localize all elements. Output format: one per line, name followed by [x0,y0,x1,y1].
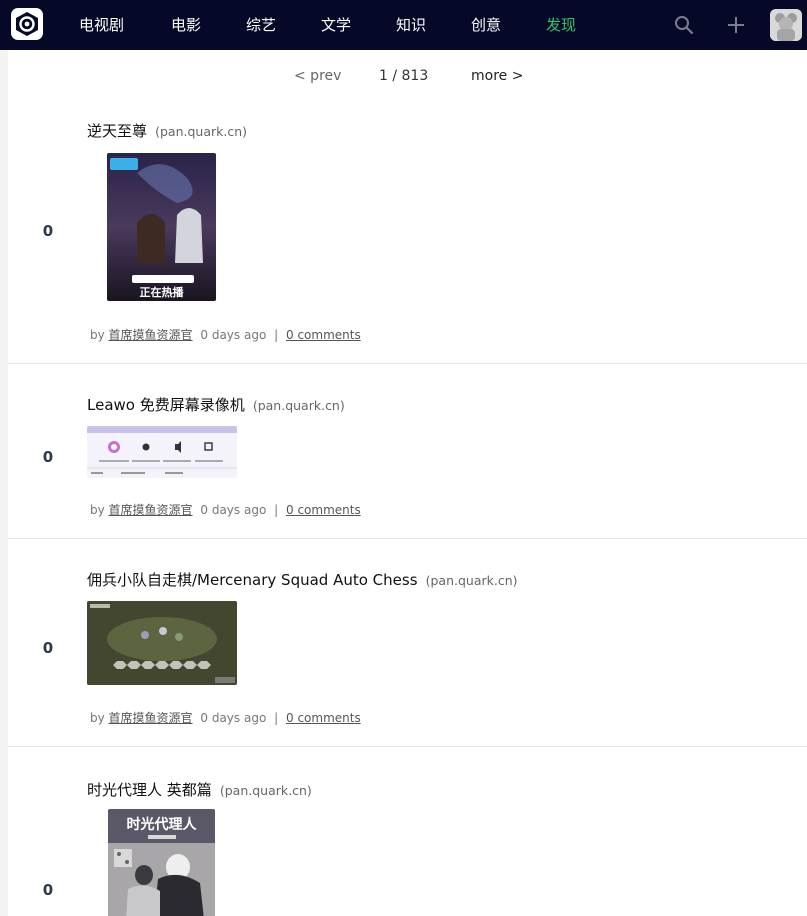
vote-count: 0 [42,448,54,466]
nav-creative[interactable]: 创意 [471,0,501,50]
nav-variety[interactable]: 综艺 [246,0,276,50]
prev-page-link[interactable]: < prev [294,68,341,84]
post-time: 0 days ago [200,503,267,517]
meta-separator: | [274,711,279,725]
page-counter: 1 / 813 [379,68,429,84]
logo-icon[interactable] [11,8,43,40]
comments-link[interactable]: 0 comments [286,503,361,517]
author-link[interactable]: 首席摸鱼资源官 [109,328,193,342]
plus-icon[interactable] [725,14,747,36]
list-item: 0 时光代理人 英都篇 (pan.quark.cn) 时光代理人 [8,747,807,916]
meta-separator: | [274,503,279,517]
comments-link[interactable]: 0 comments [286,328,361,342]
post-thumbnail[interactable]: 正在热播 [107,153,216,301]
thumbnail-caption: 正在热播 [140,285,185,299]
nav-movies[interactable]: 电影 [171,0,201,50]
post-domain[interactable]: (pan.quark.cn) [220,783,312,798]
vote-count: 0 [42,881,54,899]
post-time: 0 days ago [200,328,267,342]
post-title[interactable]: 逆天至尊 [87,122,147,140]
by-label: by [90,503,105,517]
list-item: 0 佣兵小队自走棋/Mercenary Squad Auto Chess (pa… [8,539,807,747]
post-title-line: 逆天至尊 (pan.quark.cn) [87,120,247,141]
author-link[interactable]: 首席摸鱼资源官 [109,503,193,517]
nav-discover[interactable]: 发现 [546,0,576,50]
by-label: by [90,711,105,725]
post-meta: by 首席摸鱼资源官 0 days ago | 0 comments [90,326,361,343]
by-label: by [90,328,105,342]
list-item: 0 Leawo 免费屏幕录像机 (pan.quark.cn) by 首席摸鱼资源… [8,364,807,539]
post-domain[interactable]: (pan.quark.cn) [253,398,345,413]
meta-separator: | [274,328,279,342]
top-nav-bar: 电视剧 电影 综艺 文学 知识 创意 发现 [0,0,807,50]
comments-link[interactable]: 0 comments [286,711,361,725]
post-meta: by 首席摸鱼资源官 0 days ago | 0 comments [90,709,361,726]
nav-knowledge[interactable]: 知识 [396,0,426,50]
post-meta: by 首席摸鱼资源官 0 days ago | 0 comments [90,501,361,518]
list-item: 0 逆天至尊 (pan.quark.cn) 正在热播 by 首席摸鱼资源官 0 … [8,102,807,364]
author-link[interactable]: 首席摸鱼资源官 [109,711,193,725]
content-area: < prev 1 / 813 more > 0 逆天至尊 (pan.quark.… [8,50,807,916]
post-domain[interactable]: (pan.quark.cn) [155,124,247,139]
pagination: < prev 1 / 813 more > [8,50,807,102]
thumbnail-caption: 时光代理人 [127,816,198,833]
post-title[interactable]: Leawo 免费屏幕录像机 [87,396,245,414]
post-time: 0 days ago [200,711,267,725]
post-title[interactable]: 时光代理人 英都篇 [87,781,212,799]
post-title-line: 佣兵小队自走棋/Mercenary Squad Auto Chess (pan.… [87,569,518,590]
post-title-line: 时光代理人 英都篇 (pan.quark.cn) [87,779,312,800]
vote-count: 0 [42,222,54,240]
post-title[interactable]: 佣兵小队自走棋/Mercenary Squad Auto Chess [87,571,418,589]
next-page-link[interactable]: more > [471,68,523,84]
nav-literature[interactable]: 文学 [321,0,351,50]
vote-count: 0 [42,639,54,657]
search-icon[interactable] [673,14,695,36]
post-domain[interactable]: (pan.quark.cn) [426,573,518,588]
post-thumbnail[interactable]: 时光代理人 [108,809,215,916]
post-thumbnail[interactable] [87,426,237,478]
post-thumbnail[interactable] [87,601,237,685]
nav-tv-series[interactable]: 电视剧 [79,0,124,50]
post-title-line: Leawo 免费屏幕录像机 (pan.quark.cn) [87,394,345,415]
avatar[interactable] [770,9,802,41]
